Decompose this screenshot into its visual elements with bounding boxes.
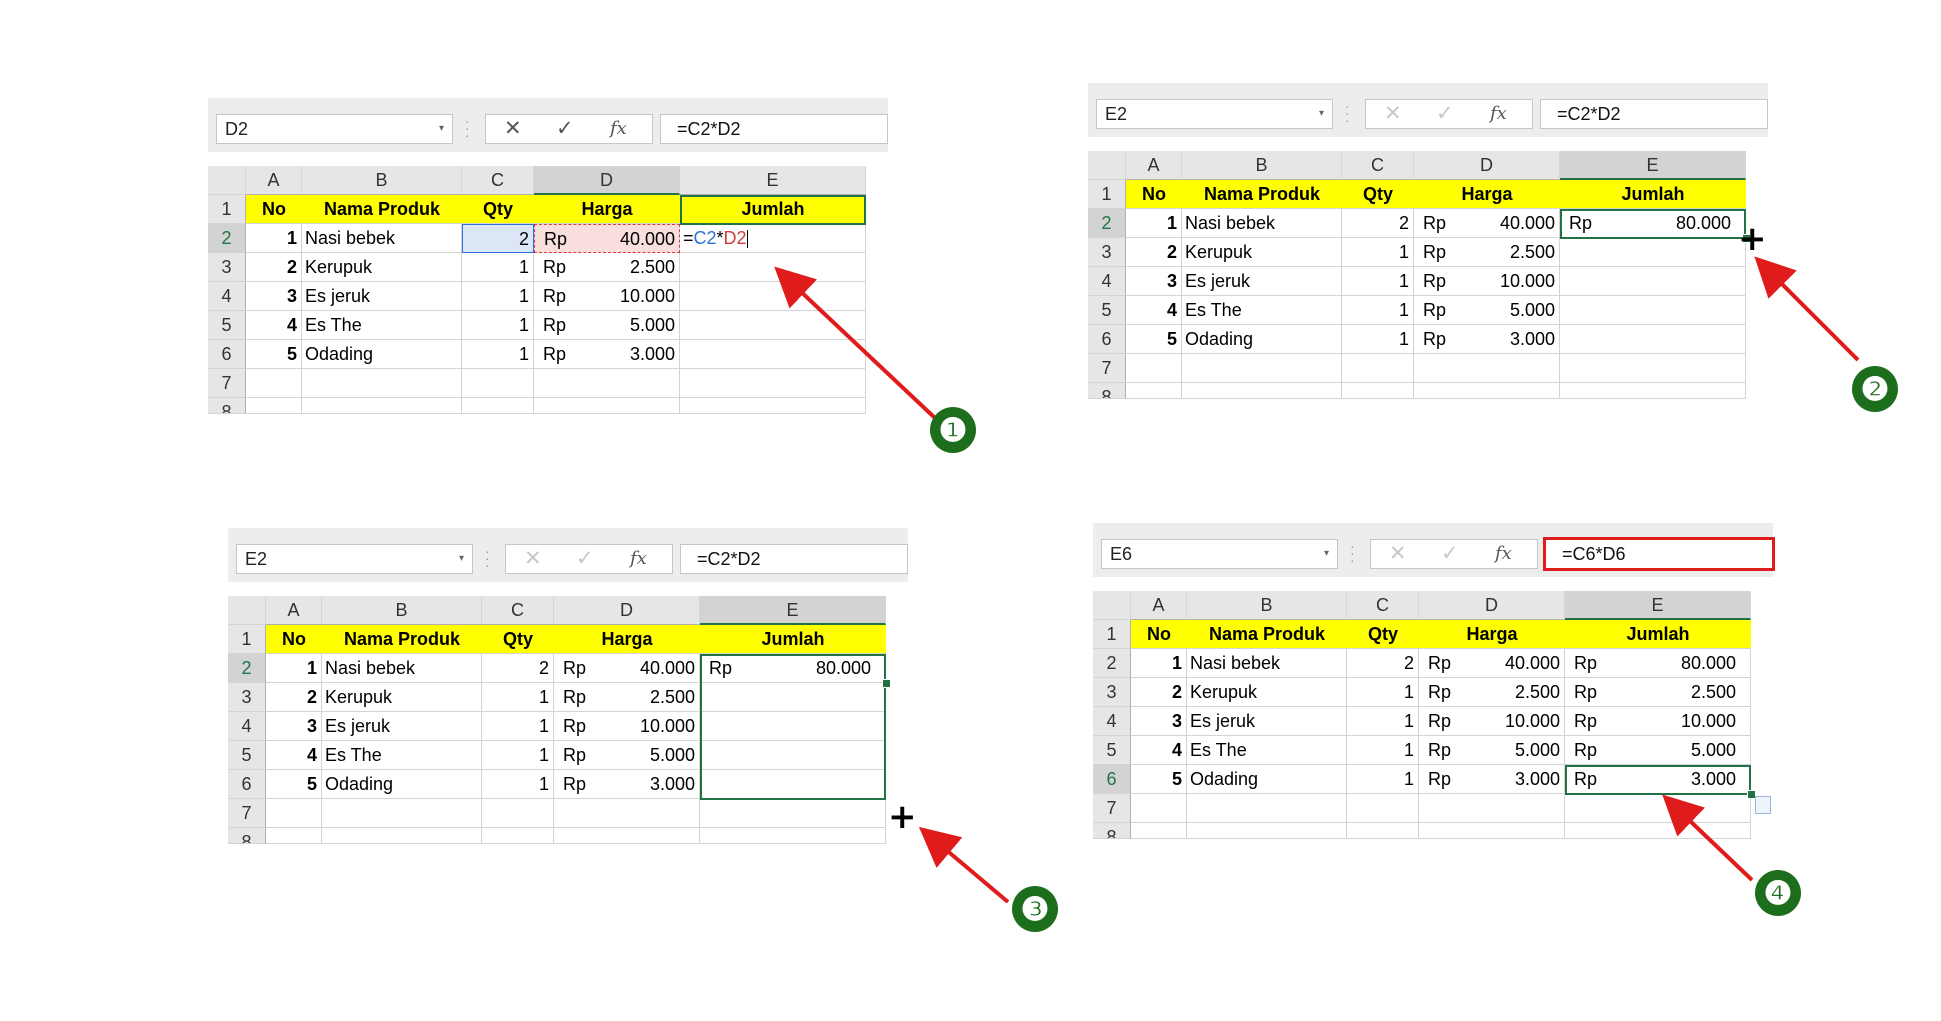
step-badge-1: ❶: [930, 407, 976, 453]
step-badge-4: ❹: [1755, 870, 1801, 916]
arrow-step-2: [1754, 256, 1860, 362]
annotation-arrows: [774, 256, 1860, 904]
arrow-step-1: [774, 266, 937, 420]
step-badge-2: ❷: [1852, 366, 1898, 412]
arrow-step-3: [918, 826, 1010, 904]
step-badge-3: ❸: [1012, 886, 1058, 932]
arrow-step-4: [1662, 794, 1754, 882]
